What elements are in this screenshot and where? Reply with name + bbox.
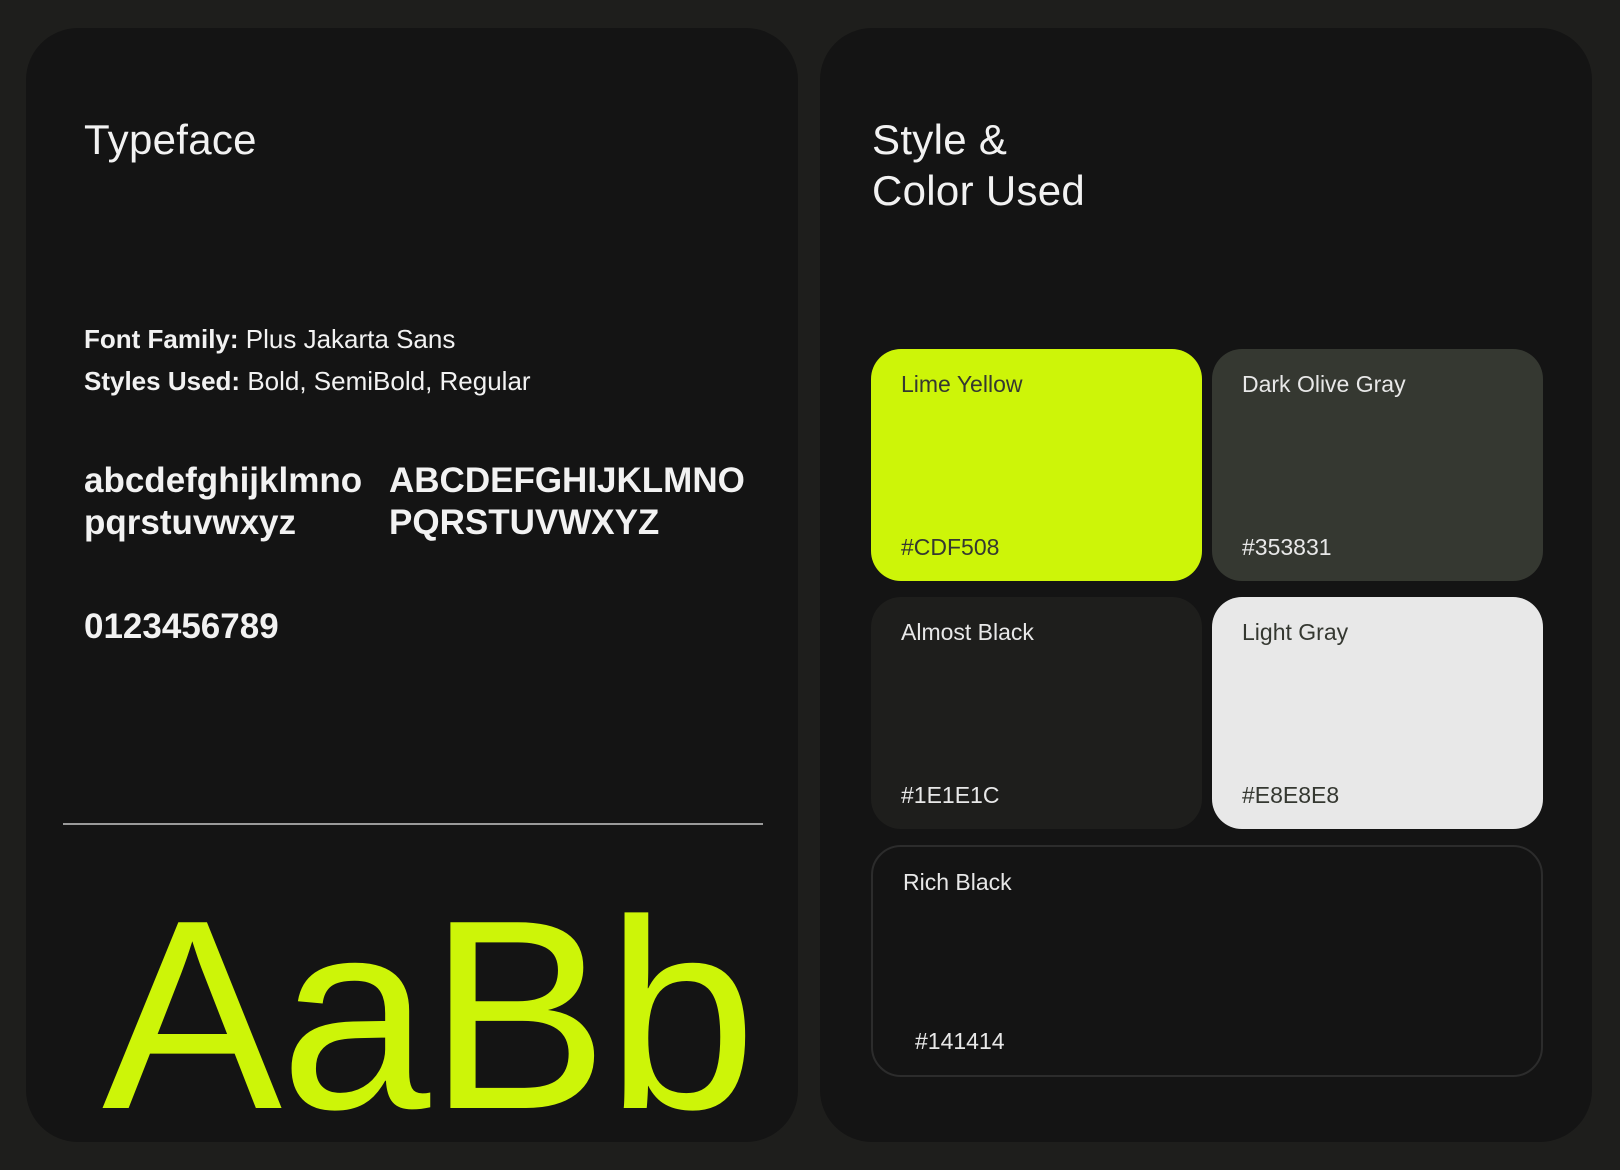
typeface-panel: Typeface Font Family: Plus Jakarta Sans …: [26, 28, 798, 1166]
styles-used-info: Styles Used: Bold, SemiBold, Regular: [84, 366, 531, 397]
swatch-hex: #1E1E1C: [901, 782, 1000, 808]
uppercase-line-2: PQRSTUVWXYZ: [389, 503, 660, 542]
type-specimen: AaBb: [102, 865, 756, 1166]
swatch-name: Rich Black: [903, 869, 1012, 895]
font-family-label: Font Family:: [84, 324, 239, 354]
swatch-light-gray: Light Gray #E8E8E8: [1212, 597, 1543, 829]
color-panel: Style & Color Used Lime Yellow #CDF508 D…: [820, 28, 1592, 1142]
color-heading-line-2: Color Used: [872, 167, 1086, 214]
uppercase-alphabet: ABCDEFGHIJKLMNO PQRSTUVWXYZ: [389, 460, 745, 544]
swatch-dark-olive-gray: Dark Olive Gray #353831: [1212, 349, 1543, 581]
swatch-rich-black: Rich Black #141414: [871, 845, 1543, 1077]
font-family-value: Plus Jakarta Sans: [245, 324, 456, 354]
uppercase-line-1: ABCDEFGHIJKLMNO: [389, 461, 745, 500]
swatch-name: Light Gray: [1242, 619, 1349, 645]
swatch-hex: #E8E8E8: [1242, 782, 1340, 808]
digits-sample: 0123456789: [84, 607, 279, 646]
styles-used-value: Bold, SemiBold, Regular: [247, 366, 531, 396]
swatch-name: Lime Yellow: [901, 371, 1023, 397]
color-heading-line-1: Style &: [872, 116, 1008, 163]
swatch-name: Dark Olive Gray: [1242, 371, 1406, 397]
divider: [63, 823, 763, 825]
swatch-almost-black: Almost Black #1E1E1C: [871, 597, 1202, 829]
lowercase-alphabet: abcdefghijklmno pqrstuvwxyz: [84, 460, 362, 544]
styles-used-label: Styles Used:: [84, 366, 241, 396]
swatch-hex: #141414: [915, 1028, 1005, 1054]
color-heading: Style & Color Used: [872, 114, 1085, 216]
swatch-lime-yellow: Lime Yellow #CDF508: [871, 349, 1202, 581]
font-family-info: Font Family: Plus Jakarta Sans: [84, 324, 455, 355]
lowercase-line-1: abcdefghijklmno: [84, 461, 363, 500]
swatch-name: Almost Black: [901, 619, 1034, 645]
typeface-heading: Typeface: [84, 116, 257, 163]
swatch-hex: #353831: [1242, 534, 1332, 560]
swatch-hex: #CDF508: [901, 534, 1000, 560]
lowercase-line-2: pqrstuvwxyz: [84, 503, 296, 542]
